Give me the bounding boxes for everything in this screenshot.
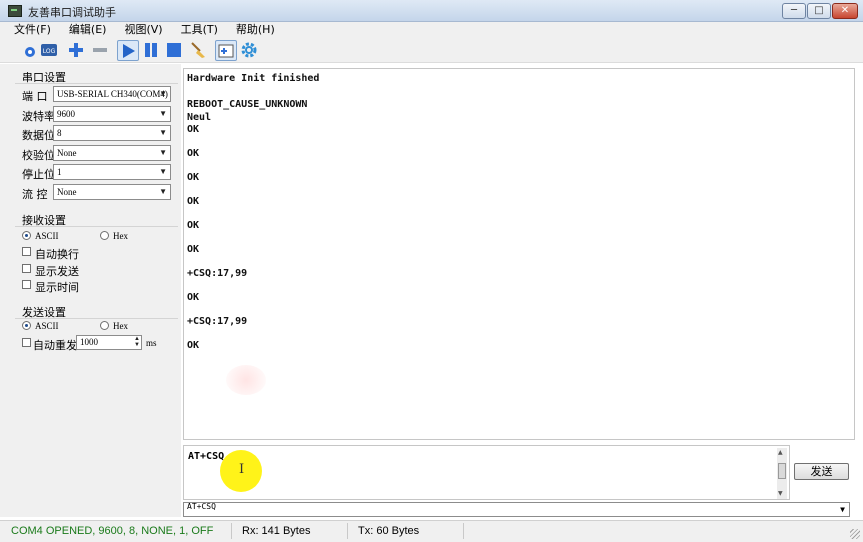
watermark-blur	[226, 365, 266, 395]
remove-icon[interactable]	[90, 40, 110, 60]
title-bar: 友善串口调试助手 ─ □ ✕	[0, 0, 863, 22]
close-button[interactable]: ✕	[832, 3, 858, 19]
output-line: Neul	[187, 112, 212, 123]
show-send-checkbox[interactable]	[22, 264, 31, 273]
divider	[463, 523, 464, 539]
divider	[347, 523, 348, 539]
broom-icon[interactable]	[188, 40, 208, 60]
output-line: OK	[187, 148, 200, 159]
tx-count: Tx: 60 Bytes	[358, 525, 420, 537]
gear-icon[interactable]	[239, 40, 259, 60]
menu-file[interactable]: 文件(F)	[8, 22, 57, 37]
show-time-checkbox[interactable]	[22, 280, 31, 289]
svg-text:LOG: LOG	[43, 48, 56, 55]
databits-label: 数据位	[22, 129, 55, 142]
divider	[15, 226, 178, 227]
menu-edit[interactable]: 编辑(E)	[63, 22, 113, 37]
receive-hex-label: Hex	[113, 231, 128, 241]
app-icon	[8, 5, 22, 17]
menu-view[interactable]: 视图(V)	[118, 22, 168, 37]
receive-ascii-radio[interactable]	[22, 231, 31, 240]
auto-resend-checkbox[interactable]	[22, 338, 31, 347]
interval-unit: ms	[146, 338, 157, 348]
play-icon[interactable]	[117, 40, 139, 61]
scroll-down-icon[interactable]: ▼	[778, 490, 783, 497]
pause-icon[interactable]	[141, 40, 161, 60]
show-time-label: 显示时间	[35, 281, 79, 294]
stop-icon[interactable]	[164, 40, 184, 60]
resend-interval-spinbox[interactable]: 1000 ▲ ▼	[76, 335, 142, 350]
output-line: OK	[187, 220, 200, 231]
output-line: OK	[187, 340, 200, 351]
minimize-button[interactable]: ─	[782, 3, 806, 19]
chevron-down-icon: ▼	[159, 109, 167, 118]
receive-hex-radio[interactable]	[100, 231, 109, 240]
send-ascii-label: ASCII	[35, 321, 59, 331]
scroll-thumb[interactable]	[778, 463, 786, 479]
chevron-down-icon: ▼	[159, 89, 167, 98]
chevron-down-icon: ▼	[840, 505, 845, 514]
send-scrollbar[interactable]: ▲ ▼	[777, 448, 787, 499]
stopbits-select[interactable]: 1 ▼	[53, 164, 171, 180]
menu-help[interactable]: 帮助(H)	[230, 22, 281, 37]
send-history-select[interactable]: AT+CSQ ▼	[183, 502, 850, 517]
output-line: OK	[187, 196, 200, 207]
chevron-down-icon: ▼	[159, 148, 167, 157]
resize-grip-icon[interactable]	[850, 529, 860, 539]
flow-label: 流 控	[22, 188, 48, 201]
databits-select[interactable]: 8 ▼	[53, 125, 171, 141]
flow-select[interactable]: None ▼	[53, 184, 171, 200]
baud-select[interactable]: 9600 ▼	[53, 106, 171, 122]
chevron-down-icon: ▼	[159, 128, 167, 137]
output-line: OK	[187, 124, 200, 135]
auto-newline-label: 自动换行	[35, 248, 79, 261]
split-view-icon[interactable]	[215, 40, 237, 61]
toolbar: LOG	[0, 37, 863, 63]
receive-ascii-label: ASCII	[35, 231, 59, 241]
parity-select[interactable]: None ▼	[53, 145, 171, 161]
status-bar: COM4 OPENED, 9600, 8, NONE, 1, OFF Rx: 1…	[0, 520, 863, 542]
output-line: OK	[187, 292, 200, 303]
parity-label: 校验位	[22, 149, 55, 162]
baud-label: 波特率	[22, 110, 55, 123]
output-line: +CSQ:17,99	[187, 268, 248, 279]
menu-bar: 文件(F) 编辑(E) 视图(V) 工具(T) 帮助(H)	[0, 22, 863, 37]
output-line: REBOOT_CAUSE_UNKNOWN	[187, 99, 308, 110]
divider	[231, 523, 232, 539]
log-icon[interactable]: LOG	[39, 40, 59, 60]
send-hex-label: Hex	[113, 321, 128, 331]
send-input-text: AT+CSQ	[188, 451, 225, 462]
window-title: 友善串口调试助手	[28, 6, 116, 19]
add-icon[interactable]	[66, 40, 86, 60]
port-select[interactable]: USB-SERIAL CH340(COM4) ▼	[53, 86, 171, 102]
chevron-down-icon: ▼	[159, 167, 167, 176]
output-line: OK	[187, 172, 200, 183]
scroll-up-icon[interactable]: ▲	[778, 449, 783, 456]
maximize-button[interactable]: □	[807, 3, 831, 19]
output-line: +CSQ:17,99	[187, 316, 248, 327]
send-button[interactable]: 发送	[794, 463, 849, 480]
spin-arrows-icon[interactable]: ▲ ▼	[134, 336, 140, 348]
open-icon[interactable]	[20, 40, 40, 60]
show-send-label: 显示发送	[35, 265, 79, 278]
output-line: Hardware Init finished	[187, 73, 320, 84]
auto-newline-checkbox[interactable]	[22, 247, 31, 256]
auto-resend-label: 自动重发	[33, 339, 77, 352]
text-cursor-icon: I	[239, 462, 245, 477]
port-label: 端 口	[22, 90, 48, 103]
send-hex-radio[interactable]	[100, 321, 109, 330]
divider	[15, 318, 178, 319]
receive-output[interactable]: Hardware Init finished REBOOT_CAUSE_UNKNO…	[183, 68, 855, 440]
stopbits-label: 停止位	[22, 168, 55, 181]
rx-count: Rx: 141 Bytes	[242, 525, 311, 537]
connection-status: COM4 OPENED, 9600, 8, NONE, 1, OFF	[11, 525, 214, 537]
send-input[interactable]: AT+CSQ ▲ ▼	[183, 445, 790, 500]
divider	[15, 83, 178, 84]
send-ascii-radio[interactable]	[22, 321, 31, 330]
chevron-down-icon: ▼	[159, 187, 167, 196]
output-line: OK	[187, 244, 200, 255]
menu-tools[interactable]: 工具(T)	[175, 22, 224, 37]
